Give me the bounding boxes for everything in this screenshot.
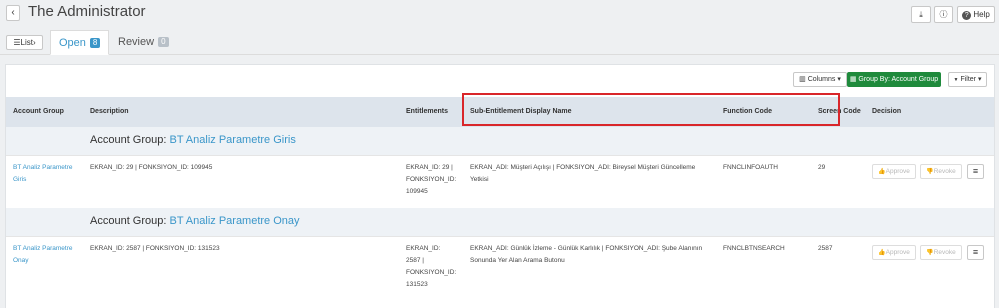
group-by-button[interactable]: ▦ Group By: Account Group [847, 72, 941, 87]
columns-icon: ▥ [799, 76, 806, 83]
revoke-label: Revoke [933, 168, 956, 175]
page-title: The Administrator [28, 3, 146, 20]
approve-button[interactable]: 👍Approve [872, 164, 916, 179]
tab-open[interactable]: Open 8 [50, 30, 110, 55]
sub-entitlement-cell: EKRAN_ADI: Müşteri Açılışı | FONKSIYON_A… [470, 164, 696, 183]
help-icon: ? [962, 11, 972, 20]
row-menu-button[interactable]: ≡ [967, 164, 984, 179]
chevron-down-icon: ▾ [977, 76, 982, 83]
sub-entitlement-cell: EKRAN_ADI: Günlük İzleme - Günlük Karlıl… [470, 245, 703, 264]
filter-icon: ▼ [953, 77, 959, 83]
screen-code-cell: 2587 [818, 245, 833, 252]
open-count-badge: 8 [89, 38, 101, 48]
approve-label: Approve [885, 249, 910, 256]
function-code-cell: FNNCLINFOAUTH [723, 164, 778, 171]
columns-label: Columns [807, 76, 836, 83]
chevron-right-icon: › [32, 38, 36, 47]
list-button[interactable]: ☰List› [6, 35, 43, 50]
columns-button[interactable]: ▥ Columns ▾ [793, 72, 847, 87]
table-row: BT Analiz Parametre Onay EKRAN_ID: 2587 |… [6, 236, 994, 308]
download-icon: ⤓ [919, 10, 923, 19]
group-label: Account Group: BT Analiz Parametre Onay [90, 215, 300, 227]
tab-open-label: Open [59, 37, 86, 49]
chevron-down-icon: ▾ [837, 76, 841, 83]
highlight-box [462, 93, 840, 126]
group-row: Account Group: BT Analiz Parametre Onay [6, 208, 994, 236]
filter-label: Filter [960, 76, 976, 83]
approve-button[interactable]: 👍Approve [872, 245, 916, 260]
table-row: BT Analiz Parametre Giris EKRAN_ID: 29 | … [6, 155, 994, 207]
back-button[interactable]: ‹ [6, 5, 20, 21]
help-button[interactable]: ? Help [957, 6, 995, 23]
menu-icon: ≡ [972, 166, 979, 176]
entitlements-cell: EKRAN_ID: 2587 | FONKSIYON_ID: 131523 [406, 245, 457, 288]
account-group-link[interactable]: BT Analiz Parametre Onay [13, 243, 83, 267]
thumbs-down-icon: 👎 [926, 169, 934, 175]
download-button[interactable]: ⤓ [911, 6, 931, 23]
thumbs-up-icon: 👍 [878, 250, 886, 256]
group-label: Account Group: BT Analiz Parametre Giris [90, 134, 296, 146]
group-name: BT Analiz Parametre Giris [169, 134, 296, 146]
group-label-prefix: Account Group: [90, 134, 170, 146]
revoke-label: Revoke [933, 249, 956, 256]
group-row: Account Group: BT Analiz Parametre Giris [6, 127, 994, 155]
revoke-button[interactable]: 👎Revoke [920, 164, 962, 179]
account-group-link[interactable]: BT Analiz Parametre Giris [13, 162, 83, 186]
header-description[interactable]: Description [90, 97, 129, 127]
header-decision: Decision [872, 108, 902, 115]
tab-review[interactable]: Review 0 [110, 30, 177, 55]
list-icon: ☰ [13, 38, 21, 47]
screen-code-cell: 29 [818, 164, 826, 171]
description-cell: EKRAN_ID: 29 | FONKSIYON_ID: 109945 [90, 164, 213, 171]
approve-label: Approve [885, 168, 910, 175]
info-icon: ⓘ [939, 10, 948, 19]
info-button[interactable]: ⓘ [934, 6, 953, 23]
group-name: BT Analiz Parametre Onay [169, 215, 300, 227]
results-panel: ▥ Columns ▾ ▦ Group By: Account Group ▼ … [5, 64, 995, 308]
function-code-cell: FNNCLBTNSEARCH [723, 245, 785, 252]
group-by-label: Group By: Account Group [858, 76, 939, 83]
group-by-icon: ▦ [849, 76, 857, 83]
entitlements-cell: EKRAN_ID: 29 | FONKSIYON_ID: 109945 [406, 164, 457, 195]
header-account-group[interactable]: Account Group [13, 97, 64, 127]
top-bar: ‹ The Administrator ⤓ ⓘ ? Help [0, 0, 999, 28]
group-label-prefix: Account Group: [90, 215, 170, 227]
review-count-badge: 0 [158, 37, 169, 47]
row-menu-button[interactable]: ≡ [967, 245, 984, 260]
thumbs-up-icon: 👍 [878, 169, 886, 175]
menu-icon: ≡ [972, 247, 979, 257]
description-cell: EKRAN_ID: 2587 | FONKSIYON_ID: 131523 [90, 245, 220, 252]
tabs-row: ☰List› Open 8 Review 0 [0, 30, 999, 55]
tab-review-label: Review [118, 36, 155, 48]
chevron-left-icon: ‹ [11, 7, 15, 18]
help-label: Help [973, 10, 990, 19]
header-entitlements[interactable]: Entitlements [406, 97, 448, 127]
revoke-button[interactable]: 👎Revoke [920, 245, 962, 260]
list-label: List [20, 38, 33, 47]
filter-button[interactable]: ▼ Filter ▾ [948, 72, 987, 87]
thumbs-down-icon: 👎 [926, 250, 934, 256]
